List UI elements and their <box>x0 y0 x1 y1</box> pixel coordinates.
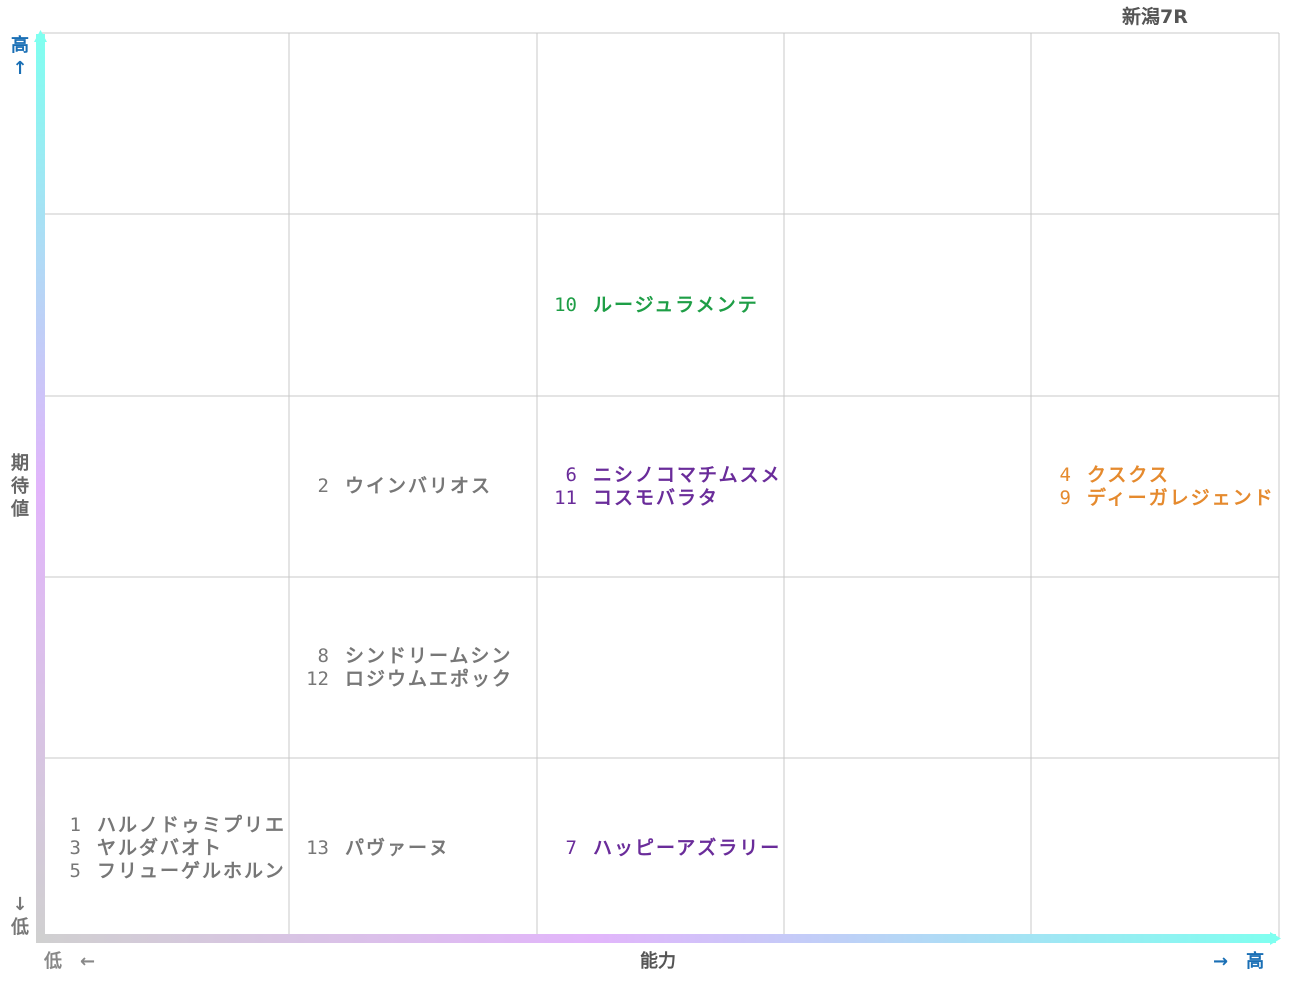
horse-number: 5 <box>69 860 81 882</box>
horse-name: ロジウムエポック <box>345 667 514 690</box>
horse-name: ディーガレジェンド <box>1087 486 1275 509</box>
cell-entry: 6 ニシノコマチムスメ 11 コスモバラタ <box>541 464 782 510</box>
horse-name: ウインバリオス <box>345 475 493 497</box>
x-axis-bar <box>36 934 1276 943</box>
horse-entry: 8 シンドリームシン <box>293 645 513 668</box>
horse-entry: 7 ハッピーアズラリー <box>541 837 781 860</box>
horse-name: ヤルダバオト <box>97 837 224 859</box>
horse-number: 11 <box>554 486 577 509</box>
horse-entry: 6 ニシノコマチムスメ <box>541 464 782 487</box>
horse-entry: 12 ロジウムエポック <box>293 668 513 691</box>
horse-entry: 13 パヴァーヌ <box>293 837 450 860</box>
y-axis-bar <box>36 34 45 942</box>
y-axis-high-label: 高 ↑ <box>11 35 29 79</box>
horse-name: クスクス <box>1087 463 1170 486</box>
cell-entry: 10 ルージュラメンテ <box>541 294 759 317</box>
horse-entry: 3 ヤルダバオト <box>45 837 286 860</box>
cell-entry: 1 ハルノドゥミプリエ 3 ヤルダバオト 5 フリューゲルホルン <box>45 814 286 883</box>
x-axis-title: 能力 <box>640 951 676 972</box>
horse-name: パヴァーヌ <box>345 837 451 859</box>
horse-number: 7 <box>565 837 577 859</box>
horse-entry: 2 ウインバリオス <box>293 475 492 498</box>
cell-entry: 7 ハッピーアズラリー <box>541 837 781 860</box>
horse-entry: 4 クスクス <box>1035 464 1275 487</box>
x-axis-high-label: → 高 <box>1213 951 1265 972</box>
horse-entry: 9 ディーガレジェンド <box>1035 487 1275 510</box>
y-axis-low-label: ↓ 低 <box>11 894 29 938</box>
horse-entry: 11 コスモバラタ <box>541 487 782 510</box>
horse-number: 6 <box>565 463 577 486</box>
horse-number: 2 <box>317 475 329 497</box>
horse-number: 9 <box>1059 486 1071 509</box>
horse-name: フリューゲルホルン <box>97 860 286 882</box>
horse-number: 12 <box>306 667 329 690</box>
horse-entry: 1 ハルノドゥミプリエ <box>45 814 286 837</box>
horse-name: ニシノコマチムスメ <box>593 463 782 486</box>
horse-entry: 10 ルージュラメンテ <box>541 294 759 317</box>
x-axis-low-label: 低 ← <box>44 951 96 972</box>
horse-name: ルージュラメンテ <box>593 293 759 316</box>
cell-entry: 8 シンドリームシン 12 ロジウムエポック <box>293 645 513 691</box>
y-axis-title: 期待値 <box>11 453 29 520</box>
horse-number: 8 <box>317 644 329 667</box>
horse-number: 4 <box>1059 463 1071 486</box>
cell-entry: 4 クスクス 9 ディーガレジェンド <box>1035 464 1275 510</box>
horse-number: 10 <box>554 293 577 316</box>
y-axis-arrowhead <box>34 30 47 42</box>
horse-number: 13 <box>306 837 329 859</box>
cell-entry: 2 ウインバリオス <box>293 475 492 498</box>
horse-name: コスモバラタ <box>593 486 720 509</box>
horse-number: 3 <box>69 837 81 859</box>
horse-entry: 5 フリューゲルホルン <box>45 860 286 883</box>
horse-name: ハルノドゥミプリエ <box>97 814 287 836</box>
horse-name: ハッピーアズラリー <box>593 837 782 859</box>
cell-entry: 13 パヴァーヌ <box>293 837 450 860</box>
horse-name: シンドリームシン <box>345 644 513 667</box>
horse-number: 1 <box>69 814 81 836</box>
